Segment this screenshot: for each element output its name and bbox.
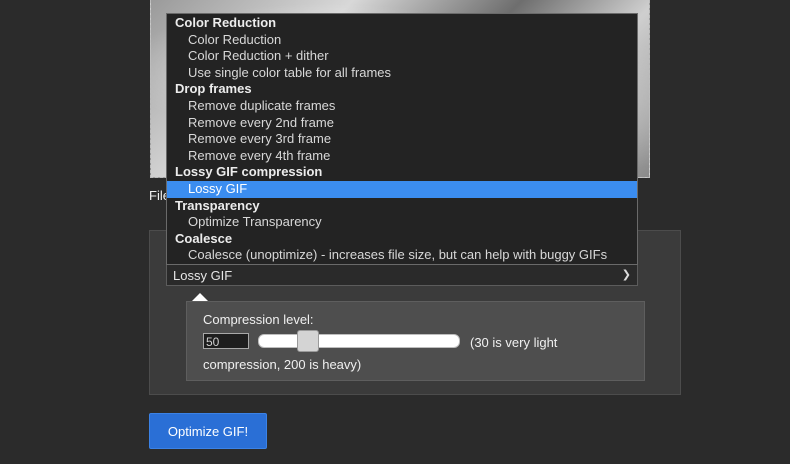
dropdown-option[interactable]: Lossy GIF [167,180,637,198]
dropdown-option[interactable]: Remove duplicate frames [167,98,637,115]
dropdown-group-label: Transparency [175,197,260,213]
compression-level-label: Compression level: [203,312,314,327]
compression-hint: (30 is very light compression, 200 is he… [203,335,558,372]
panel-caret-icon [192,293,208,301]
optimization-method-select[interactable]: Lossy GIF ❯ [166,264,638,286]
dropdown-option[interactable]: Remove every 2nd frame [167,115,637,132]
optimize-gif-button[interactable]: Optimize GIF! [149,413,267,449]
select-value: Lossy GIF [173,268,233,283]
dropdown-group-label: Drop frames [175,81,252,97]
dropdown-group-label: Coalesce [175,230,233,246]
chevron-down-icon: ❯ [621,269,631,281]
compression-panel: Compression level: 50 (30 is very light … [186,301,645,381]
optimization-method-dropdown[interactable]: Color Reduction Color Reduction Color Redu… [166,13,638,265]
dropdown-option[interactable]: Color Reduction [167,32,637,49]
dropdown-group-label: Lossy GIF compression [175,164,323,180]
dropdown-option[interactable]: Color Reduction + dither [167,48,637,65]
dropdown-option[interactable]: Remove every 4th frame [167,148,637,165]
dropdown-option[interactable]: Optimize Transparency [167,214,637,231]
dropdown-option[interactable]: Use single color table for all frames [167,65,637,82]
dropdown-option[interactable]: Coalesce (unoptimize) - increases file s… [167,247,637,264]
dropdown-option[interactable]: Remove every 3rd frame [167,131,637,148]
dropdown-group-label: Color Reduction [175,15,277,30]
